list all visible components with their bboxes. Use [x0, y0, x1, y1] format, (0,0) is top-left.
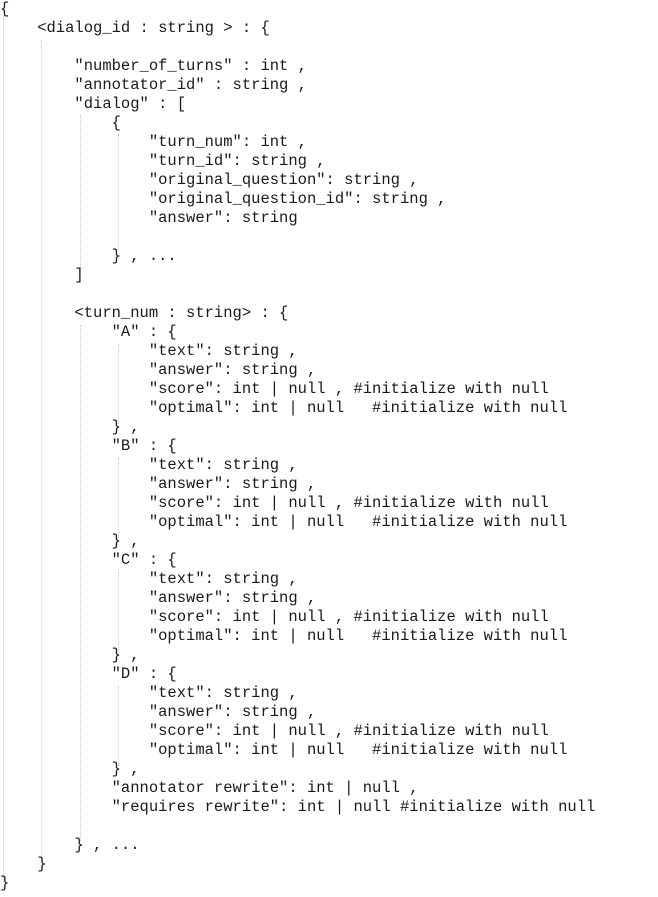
code-line: ] — [0, 266, 84, 284]
code-listing: { <dialog_id : string > : { "number_of_t… — [0, 0, 658, 897]
code-line: } , — [0, 532, 140, 550]
code-line: } , — [0, 646, 140, 664]
code-line: "requires rewrite": int | null #initiali… — [0, 798, 596, 816]
code-line: } , — [0, 760, 140, 778]
code-line: } — [0, 874, 10, 892]
code-line: { — [0, 0, 10, 18]
code-line: "score": int | null , #initialize with n… — [0, 608, 549, 626]
code-line: } , — [0, 418, 140, 436]
code-line: "text": string , — [0, 456, 298, 474]
code-line: "optimal": int | null #initialize with n… — [0, 513, 568, 531]
code-line: } , ... — [0, 836, 140, 854]
code-line: "optimal": int | null #initialize with n… — [0, 741, 568, 759]
code-line: "text": string , — [0, 342, 298, 360]
code-line: "text": string , — [0, 570, 298, 588]
code-line: "score": int | null , #initialize with n… — [0, 722, 549, 740]
code-line: "C" : { — [0, 551, 177, 569]
code-line: "optimal": int | null #initialize with n… — [0, 399, 568, 417]
code-line: <turn_num : string> : { — [0, 304, 289, 322]
code-line: } — [0, 855, 47, 873]
code-line: <dialog_id : string > : { — [0, 19, 270, 37]
code-line: "score": int | null , #initialize with n… — [0, 494, 549, 512]
code-line: "D" : { — [0, 665, 177, 683]
code-line: "text": string , — [0, 684, 298, 702]
code-line: "original_question_id": string , — [0, 190, 447, 208]
code-line: "B" : { — [0, 437, 177, 455]
code-line: "dialog" : [ — [0, 95, 187, 113]
code-line: "A" : { — [0, 323, 177, 341]
code-line: "turn_id": string , — [0, 152, 326, 170]
code-line: "optimal": int | null #initialize with n… — [0, 627, 568, 645]
code-line: { — [0, 114, 121, 132]
code-line: } , ... — [0, 247, 177, 265]
code-line: "answer": string , — [0, 589, 317, 607]
code-line: "answer": string , — [0, 703, 317, 721]
code-line: "original_question": string , — [0, 171, 419, 189]
code-line: "annotator rewrite": int | null , — [0, 779, 419, 797]
code-line: "annotator_id" : string , — [0, 76, 307, 94]
code-line: "score": int | null , #initialize with n… — [0, 380, 549, 398]
code-line: "answer": string , — [0, 361, 317, 379]
code-line: "answer": string , — [0, 475, 317, 493]
code-line: "answer": string — [0, 209, 298, 227]
code-line: "number_of_turns" : int , — [0, 57, 307, 75]
code-line: "turn_num": int , — [0, 133, 307, 151]
